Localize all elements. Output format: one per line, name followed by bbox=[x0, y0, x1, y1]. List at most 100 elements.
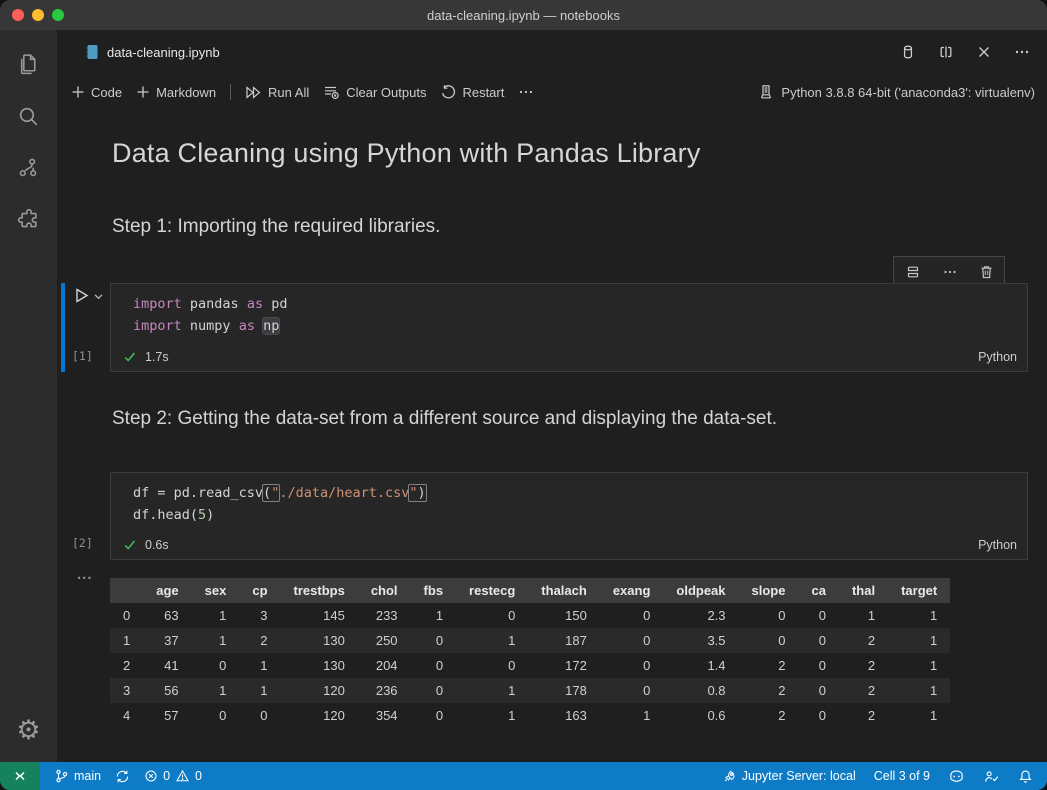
clear-outputs-button[interactable]: Clear Outputs bbox=[323, 84, 426, 100]
notebook-toolbar: Code Markdown Run All Clear Outputs bbox=[57, 74, 1047, 110]
remote-icon bbox=[12, 768, 28, 784]
status-bar-right: Jupyter Server: local Cell 3 of 9 bbox=[722, 769, 1033, 784]
vscode-window: data-cleaning.ipynb — notebooks bbox=[0, 0, 1047, 790]
branch-name: main bbox=[74, 769, 101, 783]
dataframe-table: agesexcptrestbpscholfbsrestecgthalachexa… bbox=[110, 578, 950, 728]
run-cell-button[interactable] bbox=[72, 286, 91, 305]
sync-button[interactable] bbox=[115, 769, 130, 784]
jupyter-server-item[interactable]: Jupyter Server: local bbox=[722, 769, 856, 784]
run-all-icon bbox=[245, 85, 262, 100]
git-branch-item[interactable]: main bbox=[54, 768, 101, 784]
column-header: age bbox=[143, 578, 191, 603]
success-check-icon bbox=[123, 538, 137, 552]
rocket-icon bbox=[722, 769, 737, 784]
explorer-icon[interactable] bbox=[0, 38, 57, 90]
zoom-window-button[interactable] bbox=[52, 9, 64, 21]
table-row: 063131452331015002.30011 bbox=[110, 603, 950, 628]
window-title: data-cleaning.ipynb — notebooks bbox=[0, 8, 1047, 23]
tab-label: data-cleaning.ipynb bbox=[107, 45, 220, 60]
extensions-icon[interactable] bbox=[0, 194, 57, 246]
minimize-window-button[interactable] bbox=[32, 9, 44, 21]
remote-indicator[interactable] bbox=[0, 762, 40, 790]
plus-icon bbox=[136, 85, 150, 99]
execution-time: 0.6s bbox=[145, 538, 169, 552]
table-row: 457001203540116310.62021 bbox=[110, 703, 950, 728]
cell-language-picker[interactable]: Python bbox=[978, 350, 1017, 364]
column-header: cp bbox=[239, 578, 280, 603]
column-header: exang bbox=[600, 578, 664, 603]
toolbar-separator bbox=[230, 84, 231, 100]
problems-item[interactable]: 0 0 bbox=[144, 769, 202, 783]
execution-count: [2] bbox=[72, 536, 93, 550]
column-header bbox=[110, 578, 143, 603]
markdown-step2: Step 2: Getting the data-set from a diff… bbox=[112, 408, 777, 430]
code-editor[interactable]: import pandas as pdimport numpy as np bbox=[111, 284, 1027, 337]
close-window-button[interactable] bbox=[12, 9, 24, 21]
table-row: 137121302500118703.50021 bbox=[110, 628, 950, 653]
cell-status-bar: 1.7s Python bbox=[123, 346, 1017, 368]
git-branch-icon bbox=[54, 768, 69, 784]
clear-outputs-icon bbox=[323, 84, 340, 100]
titlebar: data-cleaning.ipynb — notebooks bbox=[0, 0, 1047, 30]
column-header: sex bbox=[192, 578, 240, 603]
code-cell-1: import pandas as pdimport numpy as np 1.… bbox=[110, 283, 1028, 372]
gear-icon[interactable]: ⚙ bbox=[0, 704, 57, 756]
kernel-picker[interactable]: Python 3.8.8 64-bit ('anaconda3': virtua… bbox=[758, 84, 1035, 100]
search-icon[interactable] bbox=[0, 90, 57, 142]
markdown-title: Data Cleaning using Python with Pandas L… bbox=[112, 138, 701, 169]
error-count: 0 bbox=[163, 769, 170, 783]
variables-icon[interactable] bbox=[897, 41, 919, 63]
restart-button[interactable]: Restart bbox=[440, 84, 504, 100]
bell-icon[interactable] bbox=[1018, 769, 1033, 784]
delete-icon[interactable] bbox=[979, 264, 994, 280]
table-row: 241011302040017201.42021 bbox=[110, 653, 950, 678]
column-header: oldpeak bbox=[663, 578, 738, 603]
kernel-icon bbox=[758, 84, 774, 100]
dataframe-output: agesexcptrestbpscholfbsrestecgthalachexa… bbox=[110, 578, 950, 728]
close-icon[interactable] bbox=[973, 41, 995, 63]
editor-area: data-cleaning.ipynb bbox=[57, 30, 1047, 762]
editor-actions bbox=[897, 30, 1033, 74]
execution-time: 1.7s bbox=[145, 350, 169, 364]
status-bar: main 0 0 Jupyt bbox=[0, 762, 1047, 790]
restart-icon bbox=[440, 84, 456, 100]
split-editor-icon[interactable] bbox=[935, 41, 957, 63]
column-header: thalach bbox=[528, 578, 600, 603]
execution-count: [1] bbox=[72, 349, 93, 363]
more-icon[interactable] bbox=[1011, 41, 1033, 63]
chevron-down-icon[interactable] bbox=[93, 291, 104, 302]
source-control-icon[interactable] bbox=[0, 142, 57, 194]
add-markdown-cell-button[interactable]: Markdown bbox=[136, 85, 216, 100]
feedback-icon[interactable] bbox=[983, 769, 1000, 784]
play-icon bbox=[72, 286, 91, 305]
notebook-icon bbox=[85, 44, 99, 60]
sync-icon bbox=[115, 769, 130, 784]
warning-icon bbox=[175, 769, 190, 783]
markdown-step1: Step 1: Importing the required libraries… bbox=[112, 216, 440, 238]
column-header: target bbox=[888, 578, 950, 603]
code-editor[interactable]: df = pd.read_csv("./data/heart.csv")df.h… bbox=[111, 473, 1027, 526]
run-all-button[interactable]: Run All bbox=[245, 85, 309, 100]
column-header: fbs bbox=[411, 578, 457, 603]
jupyter-server-label: Jupyter Server: local bbox=[742, 769, 856, 783]
column-header: thal bbox=[839, 578, 888, 603]
add-code-cell-button[interactable]: Code bbox=[71, 85, 122, 100]
copilot-icon[interactable] bbox=[948, 769, 965, 784]
toolbar-more-button[interactable] bbox=[518, 84, 534, 100]
success-check-icon bbox=[123, 350, 137, 364]
column-header: chol bbox=[358, 578, 411, 603]
output-collapse-handle[interactable]: ... bbox=[77, 566, 93, 583]
cell-position-item[interactable]: Cell 3 of 9 bbox=[874, 769, 930, 783]
split-cell-icon[interactable] bbox=[905, 264, 921, 280]
error-icon bbox=[144, 769, 158, 783]
column-header: restecg bbox=[456, 578, 528, 603]
activity-bar: ⚙ bbox=[0, 30, 57, 762]
tab-bar: data-cleaning.ipynb bbox=[57, 30, 1047, 74]
tab-data-cleaning[interactable]: data-cleaning.ipynb bbox=[85, 44, 220, 60]
warning-count: 0 bbox=[195, 769, 202, 783]
kernel-label: Python 3.8.8 64-bit ('anaconda3': virtua… bbox=[781, 85, 1035, 100]
column-header: slope bbox=[739, 578, 799, 603]
more-icon[interactable] bbox=[942, 264, 958, 280]
cell-language-picker[interactable]: Python bbox=[978, 538, 1017, 552]
cell-focus-bar bbox=[61, 283, 65, 372]
